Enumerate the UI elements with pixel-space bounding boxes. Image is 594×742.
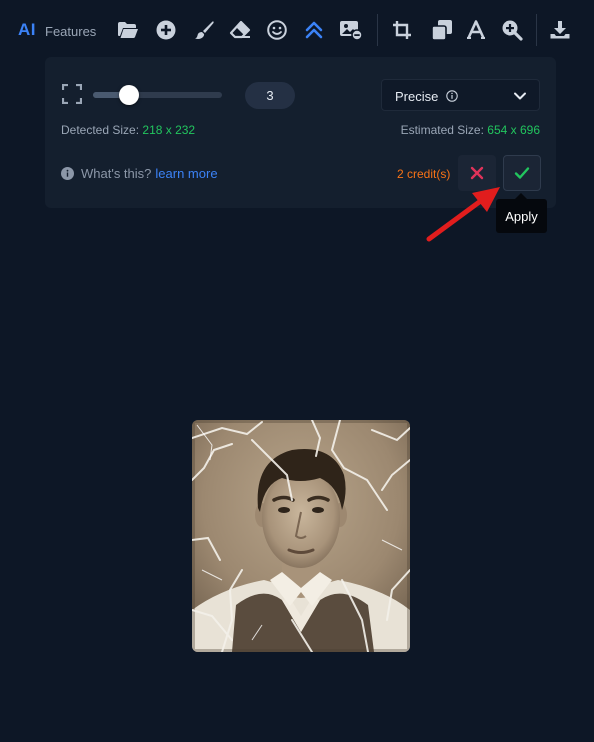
detected-size-label: Detected Size: [61,123,140,137]
annotation-arrow-icon [426,187,500,242]
toolbar-divider [377,14,378,46]
detected-size: Detected Size: 218 x 232 [61,123,195,137]
edited-photo[interactable] [192,420,410,652]
brush-icon[interactable] [192,18,216,42]
info-circle-icon [61,167,74,180]
remove-bg-icon[interactable] [339,18,363,42]
check-icon [514,167,530,179]
upscale-icon[interactable] [302,18,326,42]
detected-size-value: 218 x 232 [142,123,196,137]
mode-select[interactable]: Precise [381,79,540,111]
estimated-size-value: 654 x 696 [487,123,540,137]
help-text: What's this? [81,166,152,181]
fullscreen-icon[interactable] [61,83,83,105]
folder-icon[interactable] [116,18,140,42]
eraser-icon[interactable] [228,18,252,42]
ai-logo[interactable]: AI [18,20,36,40]
toolbar-divider [536,14,537,46]
text-icon[interactable] [464,18,488,42]
learn-more-link[interactable]: learn more [155,166,217,181]
crop-icon[interactable] [390,18,414,42]
scale-slider[interactable] [93,85,222,105]
features-label[interactable]: Features [45,24,96,39]
estimated-size-label: Estimated Size: [400,123,484,137]
layers-icon[interactable] [430,18,454,42]
help-row: What's this? learn more [61,166,218,181]
info-icon[interactable] [446,89,458,102]
estimated-size: Estimated Size: 654 x 696 [401,123,540,137]
top-toolbar: AI Features [0,0,594,62]
smiley-icon[interactable] [265,18,289,42]
scale-value-box[interactable]: 3 [245,82,295,109]
chevron-down-icon [513,89,527,103]
mode-select-value: Precise [395,89,439,104]
slider-thumb[interactable] [119,85,140,105]
add-circle-icon[interactable] [154,18,178,42]
download-icon[interactable] [548,18,572,42]
zoom-in-icon[interactable] [500,18,524,42]
